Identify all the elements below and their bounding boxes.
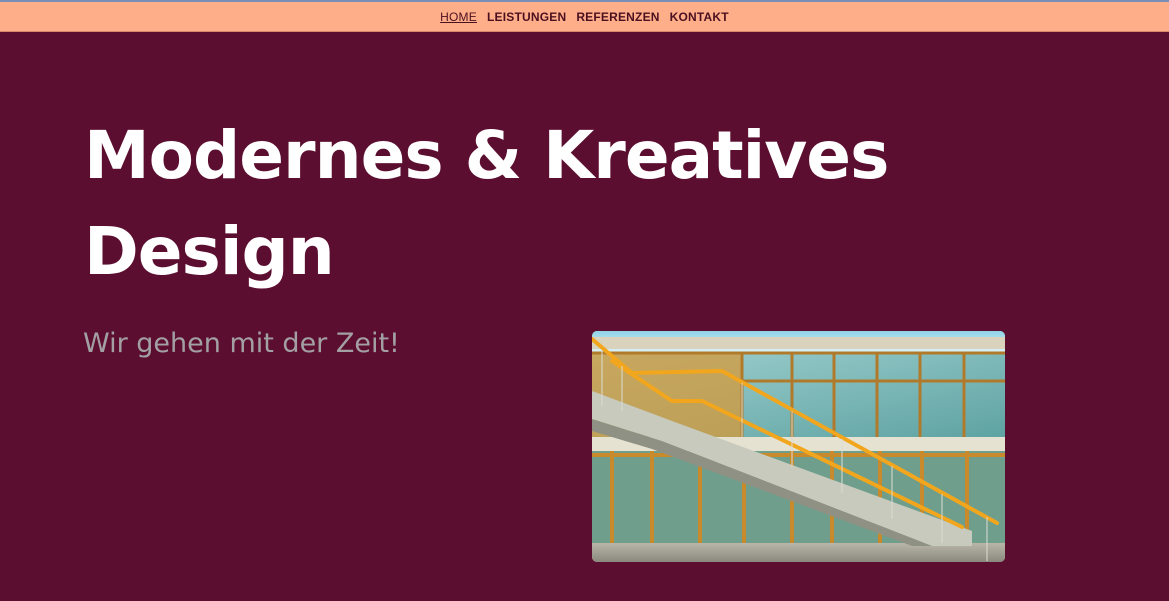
building-staircase-image: [592, 331, 1005, 562]
hero-image: [592, 331, 1005, 562]
nav-link-referenzen[interactable]: REFERENZEN: [576, 10, 659, 24]
main-navigation: HOME LEISTUNGEN REFERENZEN KONTAKT: [0, 2, 1169, 32]
hero-subtitle: Wir gehen mit der Zeit!: [83, 328, 400, 359]
hero-title: Modernes & Kreatives Design: [84, 108, 984, 300]
nav-link-kontakt[interactable]: KONTAKT: [670, 10, 729, 24]
nav-link-leistungen[interactable]: LEISTUNGEN: [487, 10, 566, 24]
hero-title-line-2: Design: [84, 213, 335, 290]
hero-title-line-1: Modernes & Kreatives: [84, 117, 889, 194]
nav-link-home[interactable]: HOME: [440, 10, 477, 24]
